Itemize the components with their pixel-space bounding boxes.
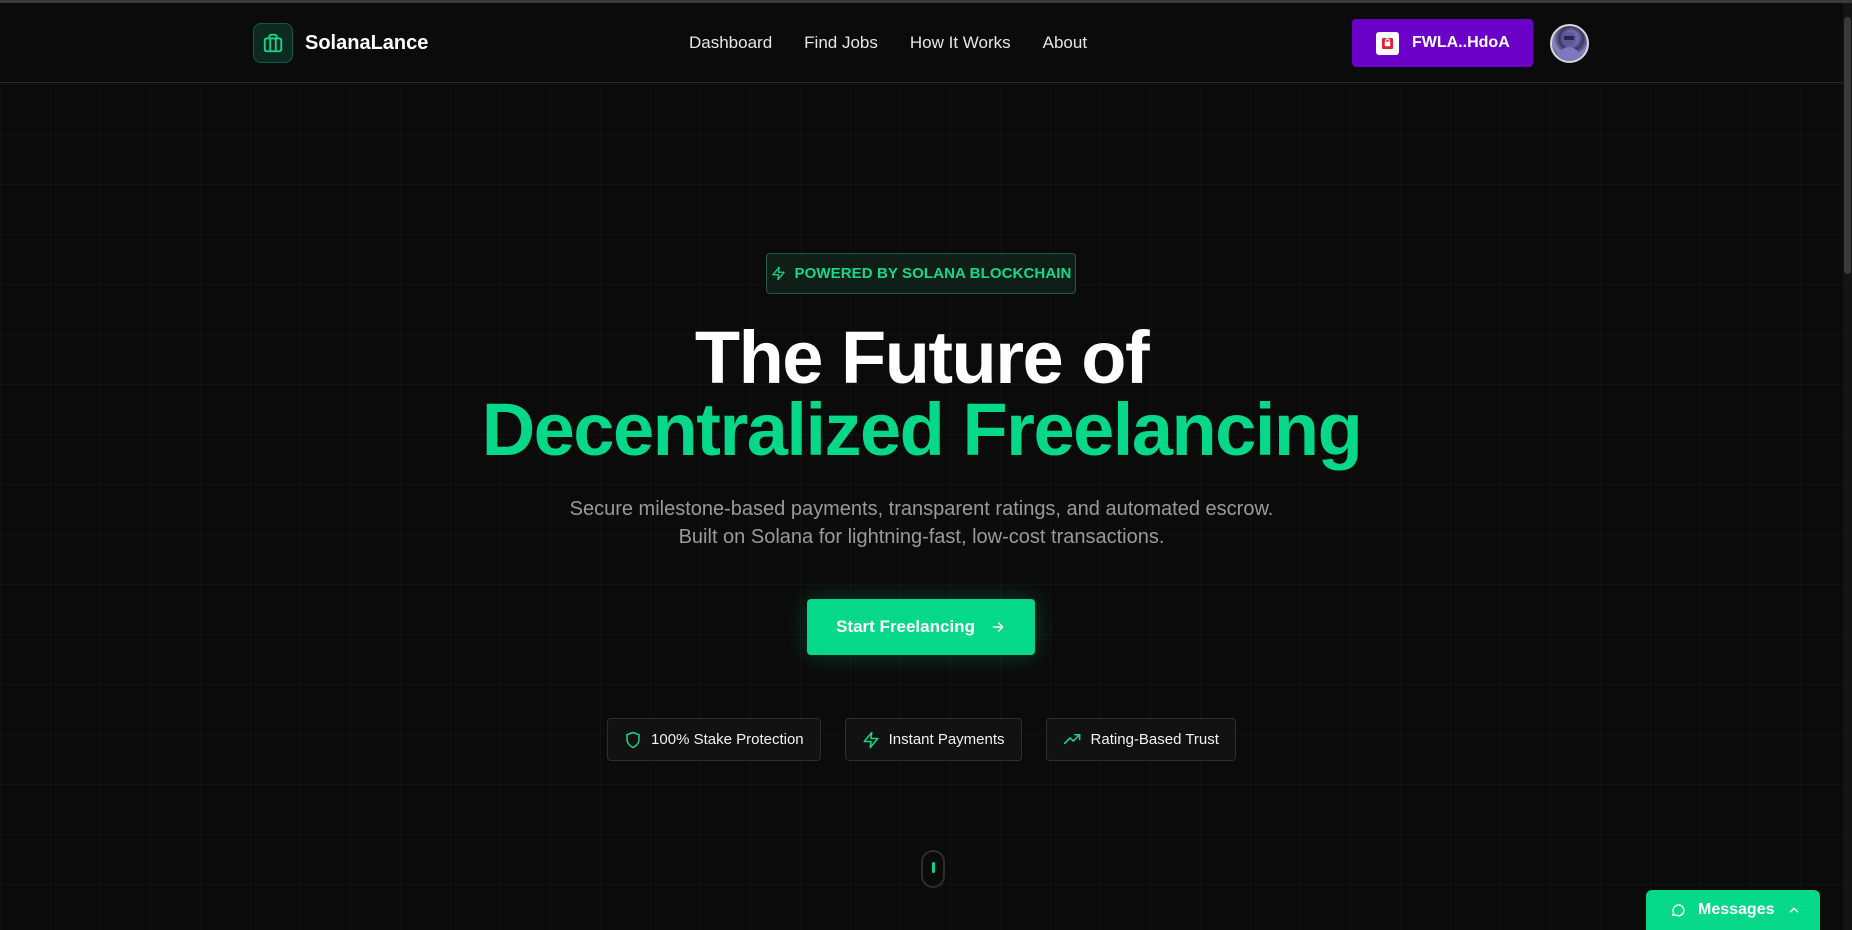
feature-stake-protection: 100% Stake Protection	[607, 718, 821, 761]
powered-by-badge: POWERED BY SOLANA BLOCKCHAIN	[766, 253, 1076, 294]
hero-title-line1: The Future of	[694, 316, 1150, 399]
brand-logo[interactable]: SolanaLance	[253, 23, 428, 63]
wallet-app-icon	[1376, 31, 1399, 55]
page-scrollbar[interactable]	[1843, 3, 1852, 930]
nav-how-it-works[interactable]: How It Works	[910, 33, 1011, 53]
hero-subtitle: Secure milestone-based payments, transpa…	[569, 498, 1274, 548]
nav-dashboard[interactable]: Dashboard	[689, 33, 772, 53]
messages-button[interactable]: Messages	[1646, 890, 1820, 930]
trending-up-icon	[1063, 733, 1080, 745]
scroll-indicator-dot	[932, 862, 935, 873]
chat-bubble-icon	[1671, 904, 1685, 917]
feature-label: 100% Stake Protection	[651, 731, 804, 748]
hero-title: The Future of Decentralized Freelancing	[0, 316, 1843, 471]
scrollbar-thumb[interactable]	[1844, 17, 1851, 274]
start-freelancing-button[interactable]: Start Freelancing	[807, 599, 1035, 655]
feature-label: Instant Payments	[888, 731, 1005, 748]
wallet-address: FWLA..HdoA	[1412, 34, 1510, 51]
feature-rating-trust: Rating-Based Trust	[1045, 718, 1236, 761]
chevron-up-icon	[1789, 907, 1798, 913]
nav-find-jobs[interactable]: Find Jobs	[804, 33, 878, 53]
shield-icon	[626, 731, 640, 748]
messages-label: Messages	[1698, 901, 1775, 918]
navbar: SolanaLance Dashboard Find Jobs How It W…	[0, 3, 1843, 83]
lightning-icon	[863, 731, 879, 748]
wallet-button[interactable]: FWLA..HdoA	[1352, 19, 1533, 67]
badge-label: POWERED BY SOLANA BLOCKCHAIN	[794, 265, 1072, 282]
hero-title-line2: Decentralized Freelancing	[481, 388, 1363, 471]
user-avatar[interactable]	[1550, 24, 1589, 63]
feature-instant-payments: Instant Payments	[844, 718, 1022, 761]
feature-label: Rating-Based Trust	[1090, 731, 1219, 748]
arrow-right-icon	[992, 622, 1004, 632]
nav-about[interactable]: About	[1043, 33, 1087, 53]
feature-pills: 100% Stake Protection Instant Payments R…	[0, 718, 1843, 761]
lightning-icon	[771, 266, 785, 281]
main-nav: Dashboard Find Jobs How It Works About	[689, 33, 1087, 53]
scroll-down-indicator[interactable]	[921, 850, 945, 888]
brand-name: SolanaLance	[305, 31, 429, 54]
briefcase-icon	[253, 23, 293, 63]
cta-label: Start Freelancing	[836, 617, 975, 636]
